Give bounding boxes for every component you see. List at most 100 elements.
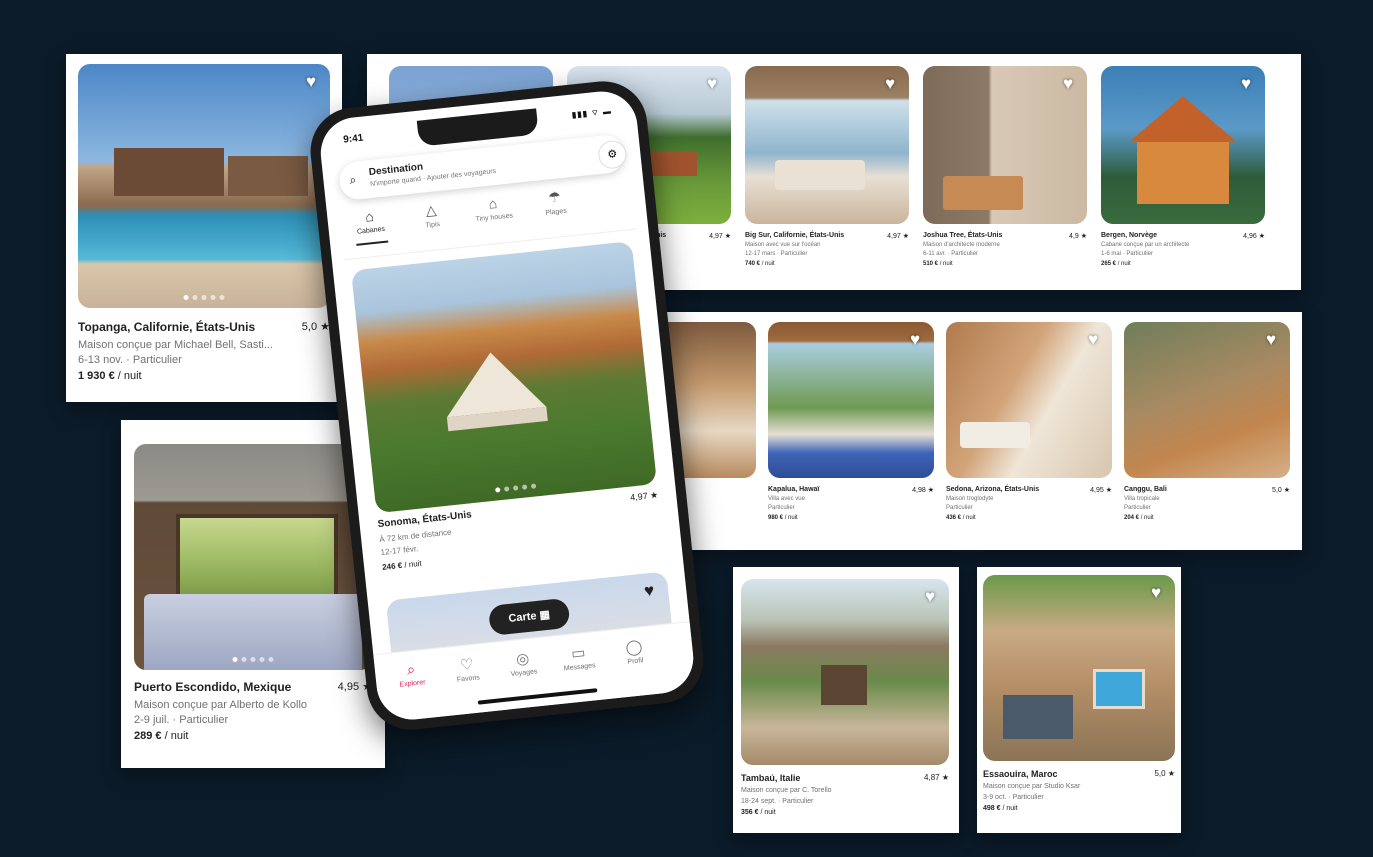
listing-title: Tambaú, Italie (741, 773, 801, 783)
heart-icon[interactable]: ♥ (1059, 75, 1077, 93)
tab-explorer[interactable]: ⌕ Explorer (382, 659, 440, 691)
listing-price: 436 € / nuit (946, 515, 976, 521)
heart-icon[interactable]: ♥ (703, 75, 721, 93)
listing-title: Topanga, Californie, États-Unis (78, 320, 256, 334)
listing-price: 204 € / nuit (1124, 515, 1154, 521)
listing-subtitle: Maison conçue par C. Torello (741, 787, 832, 794)
heart-icon[interactable]: ♥ (1084, 331, 1102, 349)
heart-icon[interactable]: ♥ (921, 588, 939, 606)
listing-subtitle: Villa tropicale (1124, 496, 1160, 502)
listing-dates: Particulier (1124, 505, 1151, 511)
carousel-dots (232, 657, 274, 662)
listing-dates: 6-13 nov. · Particulier (78, 354, 182, 366)
listing-card-tambau[interactable]: ♥ Tambaú, Italie 4,87 ★ Maison conçue pa… (733, 567, 959, 833)
listing-subtitle: Maison conçue par Studio Ksar (983, 783, 1081, 790)
listing-rating: 4,9 ★ (1069, 233, 1087, 240)
listing-strip-middle: ♥ ♥ ♥ Kapalua, Hawaï 4,98 ★ Villa avec v… (600, 312, 1302, 550)
category-tipis[interactable]: △ Tipis (400, 199, 462, 232)
listing-title: Bergen, Norvège (1101, 232, 1158, 239)
listing-rating: 4,97 ★ (629, 489, 659, 503)
listing-price: 356 € / nuit (741, 809, 776, 816)
listing-dates: 6-11 avr. · Particulier (923, 251, 978, 257)
listing-subtitle: Maison conçue par Alberto de Kollo (134, 699, 308, 711)
profile-icon: ◯ (624, 638, 644, 657)
phone-notch (416, 108, 539, 147)
heart-icon[interactable]: ♥ (639, 581, 659, 601)
listing-price: 498 € / nuit (983, 805, 1018, 812)
category-plages[interactable]: ☂ Plages (524, 186, 586, 219)
search-icon: ⌕ (348, 172, 358, 188)
tab-profil[interactable]: ◯ Profil (605, 635, 664, 668)
listing-rating: 4,97 ★ (709, 233, 731, 240)
listing-title: Canggu, Bali (1124, 486, 1167, 493)
phone-screen: 9:41 ▮▮▮ ⌔ ▬ ⌕ Destination N'importe qua… (317, 88, 697, 723)
tab-messages[interactable]: ▭ Messages (549, 641, 608, 674)
trips-icon: ◎ (515, 650, 531, 669)
listing-dates: Particulier (768, 505, 795, 511)
listing-dates: 12-17 mars · Particulier (745, 251, 808, 257)
listing-photo[interactable]: ♥ (923, 66, 1087, 224)
heart-icon[interactable]: ♥ (881, 75, 899, 93)
listing-dates: Particulier (946, 505, 973, 511)
listing-photo[interactable]: ♥ (134, 444, 372, 670)
listing-card-topanga[interactable]: ♥ Topanga, Californie, États-Unis 5,0 ★ … (66, 54, 342, 402)
message-icon: ▭ (570, 644, 587, 663)
phone-mockup: 9:41 ▮▮▮ ⌔ ▬ ⌕ Destination N'importe qua… (306, 77, 708, 734)
heart-outline-icon: ♡ (459, 655, 475, 675)
listing-title: Sedona, Arizona, États-Unis (946, 486, 1040, 493)
listing-subtitle: Maison troglodyte (946, 496, 994, 502)
listing-subtitle: Maison avec vue sur l'océan (745, 242, 821, 248)
listing-dates: 18-24 sept. · Particulier (741, 798, 814, 805)
listing-title: Puerto Escondido, Mexique (134, 680, 292, 694)
listing-subtitle: Maison conçue par Michael Bell, Sasti... (78, 339, 274, 351)
carousel-dots (495, 483, 537, 493)
listing-subtitle: Maison d'architecte moderne (923, 242, 1000, 248)
listing-photo[interactable]: ♥ (1101, 66, 1265, 224)
listing-photo[interactable]: ♥ (946, 322, 1112, 478)
listing-rating: 5,0 ★ (301, 321, 330, 333)
listing-card-essaouira[interactable]: ♥ Essaouira, Maroc 5,0 ★ Maison conçue p… (977, 567, 1181, 833)
tent-icon: △ (424, 201, 438, 219)
map-icon: ▦ (538, 608, 551, 622)
listing-subtitle: Cabane conçue par un architecte (1101, 242, 1190, 248)
listing-price: 510 € / nuit (923, 261, 953, 267)
beach-icon: ☂ (547, 188, 562, 206)
status-time: 9:41 (342, 132, 364, 146)
status-icons: ▮▮▮ ⌔ ▬ (571, 106, 613, 120)
cabin-icon: ⌂ (364, 207, 375, 225)
listing-rating: 4,98 ★ (912, 487, 934, 494)
phone-listing-photo[interactable] (351, 241, 658, 514)
listing-photo[interactable]: ♥ (983, 575, 1175, 761)
listing-dates: 2-9 juil. · Particulier (134, 714, 229, 726)
category-tiny-houses[interactable]: ⌂ Tiny houses (462, 192, 524, 224)
tiny-house-icon: ⌂ (487, 194, 498, 212)
heart-icon[interactable]: ♥ (1262, 331, 1280, 349)
listing-rating: 4,87 ★ (924, 773, 949, 782)
category-cabanes[interactable]: ⌂ Cabanes (339, 205, 401, 237)
search-icon: ⌕ (406, 661, 417, 679)
listing-photo[interactable]: ♥ (78, 64, 330, 308)
listing-rating: 4,97 ★ (887, 233, 909, 240)
listing-price: 740 € / nuit (745, 261, 775, 267)
listing-rating: 4,96 ★ (1243, 233, 1265, 240)
listing-dates: 1-6 mai · Particulier (1101, 251, 1154, 257)
listing-rating: 5,0 ★ (1154, 769, 1175, 778)
tab-favoris[interactable]: ♡ Favoris (438, 653, 497, 686)
listing-rating: 5,0 ★ (1272, 487, 1290, 494)
heart-icon[interactable]: ♥ (302, 73, 320, 91)
listing-price: 980 € / nuit (768, 515, 798, 521)
carousel-dots (183, 295, 225, 300)
listing-photo[interactable]: ♥ (741, 579, 949, 765)
filter-icon[interactable]: ⚙ (596, 139, 628, 170)
listing-title: Essaouira, Maroc (983, 769, 1058, 779)
heart-icon[interactable]: ♥ (1237, 75, 1255, 93)
listing-title: Joshua Tree, États-Unis (923, 232, 1003, 239)
listing-photo[interactable]: ♥ (1124, 322, 1290, 478)
heart-icon[interactable]: ♥ (906, 331, 924, 349)
tab-voyages[interactable]: ◎ Voyages (494, 647, 553, 680)
listing-title: Kapalua, Hawaï (768, 486, 820, 493)
listing-photo[interactable]: ♥ (745, 66, 909, 224)
listing-photo[interactable]: ♥ (768, 322, 934, 478)
heart-icon[interactable]: ♥ (1147, 584, 1165, 602)
listing-subtitle: Villa avec vue (768, 496, 805, 502)
